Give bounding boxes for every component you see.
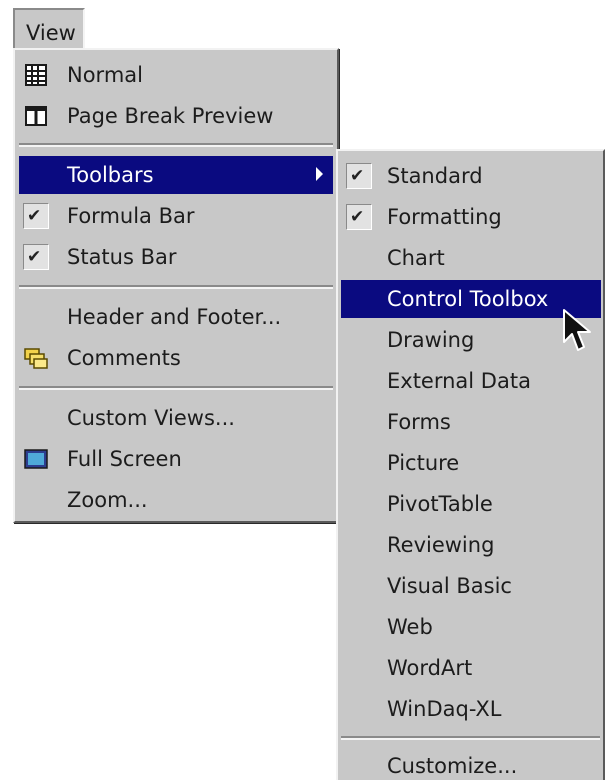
screenshot: View Normal Page Break Preview Toolbars … (0, 0, 605, 780)
menu-separator (19, 386, 333, 390)
menu-item-full-screen[interactable]: Full Screen (19, 440, 333, 478)
menu-item-label: Web (387, 615, 433, 639)
menu-item-label: Customize... (387, 754, 518, 778)
menu-item-normal[interactable]: Normal (19, 56, 333, 94)
submenu-item-customize[interactable]: Customize... (341, 747, 601, 780)
submenu-item-forms[interactable]: Forms (341, 403, 601, 441)
menu-item-label: Toolbars (67, 163, 154, 187)
menu-item-label: PivotTable (387, 492, 493, 516)
menu-item-label: Forms (387, 410, 451, 434)
submenu-item-reviewing[interactable]: Reviewing (341, 526, 601, 564)
menu-item-label: Formatting (387, 205, 502, 229)
submenu-item-pivottable[interactable]: PivotTable (341, 485, 601, 523)
submenu-item-windaq-xl[interactable]: WinDaq-XL (341, 690, 601, 728)
submenu-item-chart[interactable]: Chart (341, 239, 601, 277)
menu-item-label: Chart (387, 246, 445, 270)
view-menu: Normal Page Break Preview Toolbars ✔ For… (13, 48, 339, 523)
submenu-item-wordart[interactable]: WordArt (341, 649, 601, 687)
menu-item-toolbars[interactable]: Toolbars (19, 156, 333, 194)
menu-item-label: Control Toolbox (387, 287, 549, 311)
comments-icon (23, 345, 49, 371)
menu-item-zoom[interactable]: Zoom... (19, 481, 333, 519)
toolbars-submenu: ✔ Standard ✔ Formatting Chart Control To… (336, 149, 605, 780)
mouse-pointer-icon (563, 309, 591, 351)
normal-view-icon (23, 62, 49, 88)
menu-item-label: WordArt (387, 656, 473, 680)
menu-item-label: Formula Bar (67, 204, 195, 228)
submenu-item-visual-basic[interactable]: Visual Basic (341, 567, 601, 605)
checkmark-icon: ✔ (23, 244, 49, 270)
menu-separator (19, 143, 333, 147)
submenu-arrow-icon (316, 167, 323, 181)
menu-item-label: Reviewing (387, 533, 495, 557)
menu-item-header-and-footer[interactable]: Header and Footer... (19, 298, 333, 336)
menu-item-label: Standard (387, 164, 483, 188)
menu-item-comments[interactable]: Comments (19, 339, 333, 377)
menu-item-page-break-preview[interactable]: Page Break Preview (19, 97, 333, 135)
submenu-item-picture[interactable]: Picture (341, 444, 601, 482)
menu-item-formula-bar[interactable]: ✔ Formula Bar (19, 197, 333, 235)
menu-item-label: Header and Footer... (67, 305, 282, 329)
menu-item-label: Comments (67, 346, 181, 370)
menu-item-label: Drawing (387, 328, 475, 352)
submenu-item-formatting[interactable]: ✔ Formatting (341, 198, 601, 236)
menu-item-label: Full Screen (67, 447, 182, 471)
menu-item-label: Custom Views... (67, 406, 235, 430)
menu-item-label: Status Bar (67, 245, 177, 269)
submenu-item-web[interactable]: Web (341, 608, 601, 646)
checkmark-icon: ✔ (23, 203, 49, 229)
view-menu-title[interactable]: View (13, 8, 85, 48)
menu-item-label: Zoom... (67, 488, 148, 512)
view-menu-title-label: View (26, 21, 76, 45)
menu-item-label: Picture (387, 451, 460, 475)
menu-separator (19, 285, 333, 289)
full-screen-icon (23, 446, 49, 472)
submenu-item-external-data[interactable]: External Data (341, 362, 601, 400)
menu-item-label: Normal (67, 63, 143, 87)
menu-item-label: Visual Basic (387, 574, 512, 598)
menu-item-label: WinDaq-XL (387, 697, 502, 721)
menu-item-label: Page Break Preview (67, 104, 274, 128)
checkmark-icon: ✔ (346, 163, 372, 189)
page-break-preview-icon (23, 103, 49, 129)
submenu-item-standard[interactable]: ✔ Standard (341, 157, 601, 195)
menu-item-status-bar[interactable]: ✔ Status Bar (19, 238, 333, 276)
menu-separator (341, 736, 600, 740)
menu-item-custom-views[interactable]: Custom Views... (19, 399, 333, 437)
checkmark-icon: ✔ (346, 204, 372, 230)
menu-item-label: External Data (387, 369, 531, 393)
